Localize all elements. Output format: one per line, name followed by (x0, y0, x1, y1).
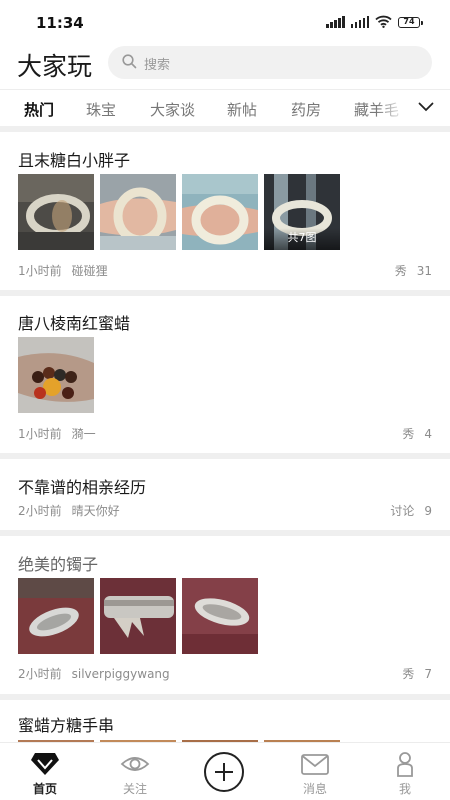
post-count: 31 (416, 264, 432, 278)
post-author[interactable]: 晴天你好 (72, 504, 120, 518)
nav-add[interactable] (180, 743, 270, 800)
signal-icon (350, 16, 369, 28)
tab-hot[interactable]: 热门 (24, 99, 54, 120)
post-images (18, 337, 94, 413)
post-meta: 2小时前 silverpiggywang (18, 665, 170, 682)
nav-label: 我 (398, 782, 411, 796)
nav-label: 首页 (32, 782, 57, 796)
chevron-down-icon (418, 102, 434, 112)
post-author[interactable]: silverpiggywang (72, 667, 170, 681)
tab-new-posts[interactable]: 新帖 (227, 99, 257, 120)
post-stats: 秀 31 (395, 262, 432, 279)
image-count-label: 共7图 (264, 228, 340, 250)
post-image[interactable]: 共7图 (264, 174, 340, 250)
tab-pharmacy[interactable]: 药房 (291, 99, 321, 120)
nav-label: 关注 (122, 782, 147, 796)
post-card[interactable]: 蜜蜡方糖手串 (0, 700, 450, 742)
post-title: 且末糖白小胖子 (18, 151, 131, 170)
search-placeholder: 搜索 (144, 58, 171, 73)
post-count: 7 (424, 667, 432, 681)
status-icons: 74 (326, 15, 423, 28)
status-bar: 11:34 74 (0, 0, 450, 44)
post-time: 2小时前 (18, 504, 62, 518)
post-images (18, 578, 258, 654)
post-author[interactable]: 漪一 (72, 427, 96, 441)
search-bar[interactable]: 搜索 (108, 46, 432, 79)
post-time: 1小时前 (18, 264, 62, 278)
status-time: 11:34 (36, 14, 84, 32)
post-stats: 讨论 9 (390, 502, 432, 519)
eye-icon (120, 757, 150, 771)
post-meta: 1小时前 漪一 (18, 425, 96, 442)
post-stats: 秀7 (402, 665, 432, 682)
post-category: 秀 (394, 264, 407, 278)
post-card[interactable]: 且末糖白小胖子 共7图 1小时前 碰碰狸 秀 31 (0, 132, 450, 290)
post-title: 蜜蜡方糖手串 (18, 716, 115, 735)
post-time: 1小时前 (18, 427, 62, 441)
diamond-home-icon (31, 753, 59, 775)
nav-home[interactable]: 首页 (0, 743, 90, 800)
post-meta: 2小时前 晴天你好 (18, 502, 120, 519)
post-card[interactable]: 唐八棱南红蜜蜡 1小时前 漪一 秀4 (0, 296, 450, 454)
post-category: 秀 (402, 667, 415, 681)
post-image[interactable] (100, 174, 176, 250)
post-image[interactable] (18, 337, 94, 413)
tab-discussion[interactable]: 大家谈 (150, 99, 195, 120)
nav-me[interactable]: 我 (360, 743, 450, 800)
post-image[interactable] (18, 578, 94, 654)
nav-messages[interactable]: 消息 (270, 743, 360, 800)
post-count: 9 (424, 504, 432, 518)
post-card[interactable]: 不靠谱的相亲经历 2小时前 晴天你好 讨论 9 (0, 459, 450, 531)
post-meta: 1小时前 碰碰狸 (18, 262, 108, 279)
post-card[interactable]: 绝美的镯子 2小时前 silverpiggywang 秀7 (0, 536, 450, 694)
post-time: 2小时前 (18, 667, 62, 681)
tabs-fade (376, 90, 406, 126)
post-images: 共7图 (18, 174, 340, 250)
post-image[interactable] (182, 174, 258, 250)
person-icon (397, 752, 413, 777)
category-tabs: 热门 珠宝 大家谈 新帖 药房 藏羊毛 (0, 89, 450, 127)
add-icon (204, 752, 244, 792)
nav-follow[interactable]: 关注 (90, 743, 180, 800)
post-image[interactable] (18, 174, 94, 250)
post-author[interactable]: 碰碰狸 (72, 264, 108, 278)
bottom-nav: 首页 关注 消息 我 (0, 742, 450, 800)
app-logo: 大家玩 (17, 52, 93, 81)
post-image[interactable] (182, 578, 258, 654)
post-count: 4 (424, 427, 432, 441)
mail-icon (301, 754, 329, 775)
post-stats: 秀4 (402, 425, 432, 442)
battery-icon: 74 (398, 17, 423, 28)
tab-jewelry[interactable]: 珠宝 (86, 99, 116, 120)
post-title: 唐八棱南红蜜蜡 (18, 314, 131, 333)
wifi-icon (375, 15, 392, 28)
app-header: 大家玩 搜索 (0, 44, 450, 84)
post-image[interactable] (100, 578, 176, 654)
search-icon (122, 54, 137, 69)
post-category: 讨论 (390, 504, 415, 518)
post-title: 绝美的镯子 (18, 555, 99, 574)
more-tabs-button[interactable] (404, 90, 450, 126)
nav-label: 消息 (302, 782, 327, 796)
post-title: 不靠谱的相亲经历 (18, 478, 147, 497)
post-category: 秀 (402, 427, 415, 441)
signal-icon (326, 16, 345, 28)
